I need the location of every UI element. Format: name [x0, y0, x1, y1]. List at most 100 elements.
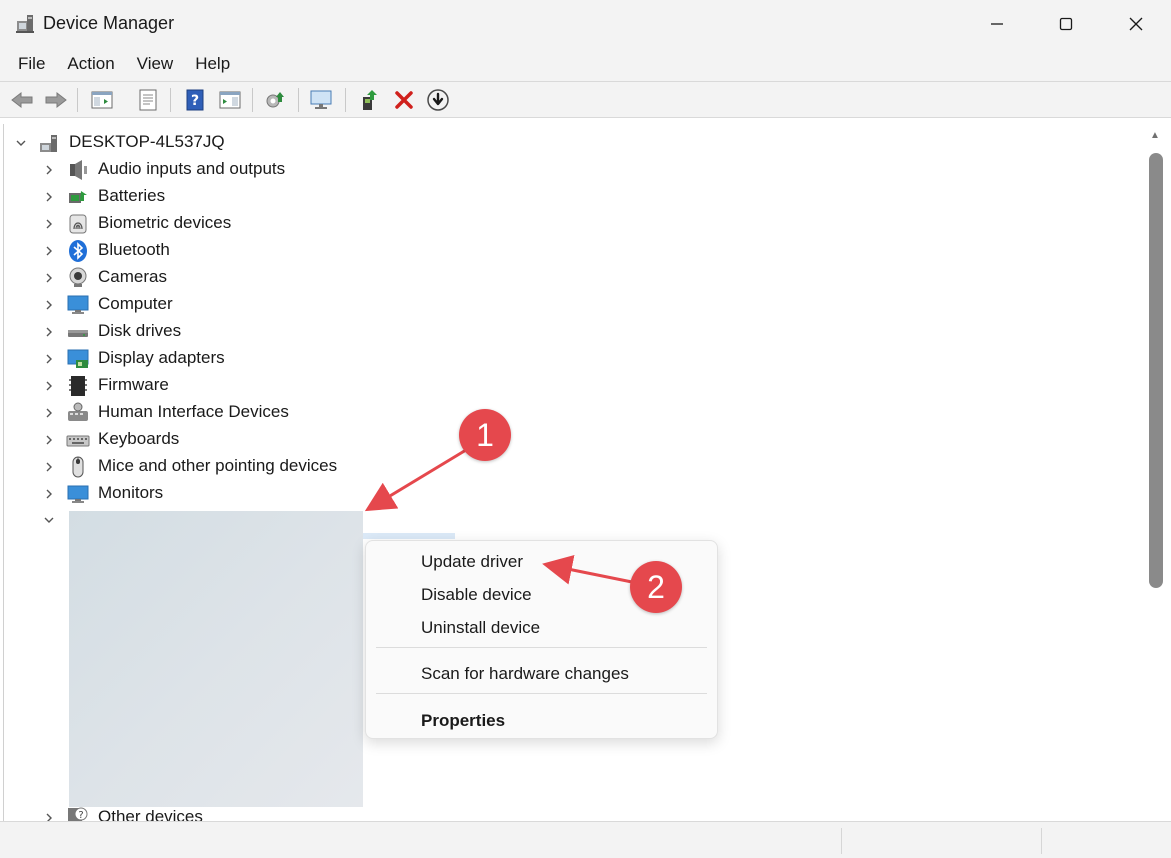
tree-item-label: Mice and other pointing devices — [98, 456, 338, 475]
toolbar-separator — [252, 88, 253, 112]
device-manager-icon — [16, 15, 34, 33]
maximize-button[interactable] — [1031, 0, 1101, 47]
arrow-left-icon — [11, 91, 33, 109]
chevron-right-icon[interactable] — [43, 461, 55, 473]
tree-item-label: Human Interface Devices — [98, 402, 289, 421]
arrow-right-icon — [45, 91, 67, 109]
chevron-right-icon[interactable] — [43, 191, 55, 203]
disable-toolbar-button[interactable] — [424, 87, 452, 113]
svg-text:?: ? — [191, 93, 199, 109]
forward-button[interactable] — [42, 87, 70, 113]
properties-toolbar-button[interactable] — [134, 87, 162, 113]
menu-help[interactable]: Help — [184, 47, 241, 81]
scan-hardware-icon — [266, 92, 284, 108]
status-divider — [841, 828, 842, 854]
chevron-right-icon[interactable] — [43, 272, 55, 284]
back-button[interactable] — [8, 87, 36, 113]
console-tree-icon — [91, 91, 113, 109]
properties-icon — [139, 89, 157, 111]
tree-item-label: Monitors — [98, 483, 164, 502]
red-x-icon — [395, 91, 413, 109]
tree-item-label: Batteries — [98, 186, 166, 205]
show-hide-console-tree-button[interactable] — [88, 87, 116, 113]
tree-item-label: Cameras — [98, 267, 167, 286]
help-button[interactable]: ? — [181, 87, 209, 113]
chevron-right-icon[interactable] — [43, 164, 55, 176]
computer-icon — [67, 295, 89, 314]
down-arrow-circle-icon — [427, 89, 449, 111]
disk-drive-icon — [68, 330, 88, 337]
uninstall-device-menu-item[interactable]: Uninstall device — [421, 618, 540, 638]
tree-item-label: Bluetooth — [98, 240, 170, 259]
scrollbar-thumb[interactable] — [1149, 153, 1163, 588]
toolbar-separator — [298, 88, 299, 112]
mouse-icon — [72, 456, 84, 478]
close-icon — [1129, 17, 1143, 30]
properties-menu-item[interactable]: Properties — [421, 711, 505, 731]
monitor-scan-icon — [310, 90, 332, 109]
chevron-right-icon[interactable] — [43, 434, 55, 446]
chevron-right-icon[interactable] — [43, 245, 55, 257]
annotation-badge-1: 1 — [459, 409, 511, 461]
chevron-right-icon[interactable] — [43, 380, 55, 392]
chevron-right-icon[interactable] — [43, 218, 55, 230]
chevron-right-icon[interactable] — [43, 326, 55, 338]
scroll-up-icon[interactable]: ▲ — [1150, 130, 1160, 141]
minimize-icon — [991, 22, 1003, 25]
menu-action[interactable]: Action — [56, 47, 125, 81]
annotation-badge-2: 2 — [630, 561, 682, 613]
battery-icon — [69, 191, 87, 203]
chevron-right-icon[interactable] — [43, 488, 55, 500]
title-bar: Device Manager — [0, 0, 1171, 47]
status-divider — [1041, 828, 1042, 854]
toolbar-separator — [170, 88, 171, 112]
selected-item-highlight — [363, 533, 455, 539]
svg-text:?: ? — [78, 810, 83, 821]
computer-root-icon — [40, 135, 57, 152]
bluetooth-icon — [69, 240, 87, 262]
camera-icon — [69, 267, 87, 287]
tree-item-label: Display adapters — [98, 348, 225, 367]
chevron-right-icon[interactable] — [43, 407, 55, 419]
action-pane-button[interactable] — [216, 87, 244, 113]
toolbar: ? — [0, 81, 1171, 118]
firmware-icon — [69, 376, 87, 396]
help-icon: ? — [186, 89, 204, 111]
update-driver-toolbar-button[interactable] — [356, 87, 384, 113]
uninstall-toolbar-button[interactable] — [390, 87, 418, 113]
menu-separator — [376, 647, 707, 648]
monitor-icon — [67, 485, 89, 503]
chevron-down-icon[interactable] — [43, 514, 55, 526]
menu-bar: File Action View Help — [0, 47, 1171, 81]
tree-item-label: Computer — [98, 294, 173, 313]
close-button[interactable] — [1101, 0, 1171, 47]
chevron-right-icon[interactable] — [43, 353, 55, 365]
action-pane-icon — [219, 91, 241, 109]
scan-hardware-menu-item[interactable]: Scan for hardware changes — [421, 664, 629, 684]
fingerprint-icon — [69, 214, 87, 234]
redacted-area — [69, 511, 363, 807]
tree-item-label: Audio inputs and outputs — [98, 159, 286, 178]
update-driver-icon — [363, 90, 377, 110]
menu-file[interactable]: File — [7, 47, 56, 81]
menu-view[interactable]: View — [126, 47, 185, 81]
window-title: Device Manager — [43, 13, 175, 33]
display-devices-button[interactable] — [308, 87, 336, 113]
minimize-button[interactable] — [962, 0, 1032, 47]
tree-root-label: DESKTOP-4L537JQ — [69, 132, 225, 151]
scan-hardware-button[interactable] — [262, 87, 290, 113]
disable-device-menu-item[interactable]: Disable device — [421, 585, 532, 605]
chevron-right-icon[interactable] — [43, 299, 55, 311]
menu-separator — [376, 693, 707, 694]
status-bar — [0, 821, 1171, 858]
toolbar-separator — [345, 88, 346, 112]
tree-item-label: Biometric devices — [98, 213, 232, 232]
display-adapter-icon — [67, 349, 89, 368]
chevron-down-icon[interactable] — [15, 137, 27, 149]
update-driver-menu-item[interactable]: Update driver — [421, 552, 523, 572]
speaker-icon — [70, 160, 87, 180]
tree-item-label: Disk drives — [98, 321, 182, 340]
tree-item-label: Firmware — [98, 375, 169, 394]
keyboard-icon — [66, 435, 90, 447]
hid-icon — [68, 402, 88, 421]
